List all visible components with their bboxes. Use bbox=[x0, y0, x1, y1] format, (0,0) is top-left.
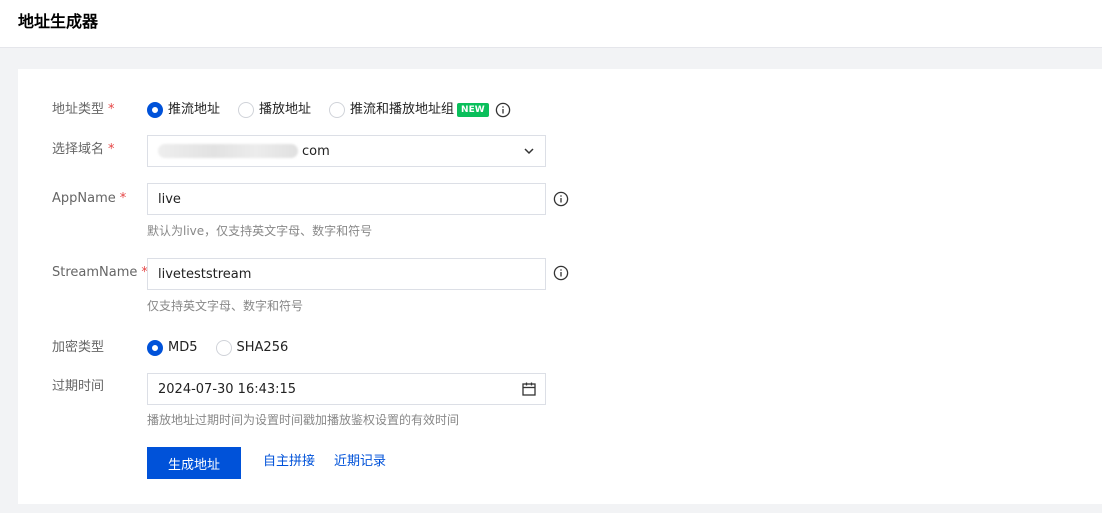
required-mark: * bbox=[108, 142, 115, 157]
expire-time-picker[interactable] bbox=[147, 373, 546, 405]
radio-unchecked-icon bbox=[238, 102, 255, 118]
generate-address-button[interactable]: 生成地址 bbox=[147, 447, 241, 479]
radio-checked-icon bbox=[147, 102, 163, 118]
radio-play-address[interactable]: 播放地址 bbox=[238, 101, 311, 119]
stream-name-label: StreamName * bbox=[52, 264, 148, 282]
radio-label: SHA256 bbox=[236, 340, 289, 355]
stream-name-help: 仅支持英文字母、数字和符号 bbox=[147, 299, 304, 313]
chevron-down-icon bbox=[524, 148, 534, 155]
radio-label: 推流地址 bbox=[168, 102, 221, 117]
expire-time-input[interactable] bbox=[158, 374, 535, 404]
app-name-label-text: AppName bbox=[52, 191, 116, 206]
radio-push-play-group[interactable]: 推流和播放地址组 NEW bbox=[329, 101, 489, 119]
required-mark: * bbox=[119, 191, 127, 206]
radio-label: 播放地址 bbox=[259, 102, 312, 117]
expire-time-help: 播放地址过期时间为设置时间戳加播放鉴权设置的有效时间 bbox=[147, 413, 460, 427]
radio-sha256[interactable]: SHA256 bbox=[215, 339, 289, 357]
address-generator-form: 地址类型* 推流地址 播放地址 推流和播放地址组 NEW 选择域名* com bbox=[18, 69, 1102, 504]
new-badge: NEW bbox=[457, 103, 489, 117]
radio-unchecked-icon bbox=[215, 340, 232, 356]
expire-time-label: 过期时间 bbox=[52, 379, 105, 394]
address-type-radio-group: 推流地址 播放地址 推流和播放地址组 NEW bbox=[147, 100, 511, 120]
page-title: 地址生成器 bbox=[18, 12, 99, 31]
app-name-label: AppName * bbox=[52, 190, 126, 208]
radio-label: MD5 bbox=[168, 340, 198, 355]
address-type-label: 地址类型 * bbox=[52, 101, 115, 119]
stream-name-label-text: StreamName bbox=[52, 265, 138, 280]
info-icon[interactable] bbox=[495, 102, 511, 118]
domain-select[interactable]: com bbox=[147, 135, 546, 167]
address-type-label-text: 地址类型 bbox=[52, 102, 105, 117]
blurred-domain-value bbox=[158, 144, 298, 158]
info-icon[interactable] bbox=[553, 265, 569, 281]
top-bar: 地址生成器 bbox=[0, 0, 1102, 48]
encryption-type-label: 加密类型 bbox=[52, 340, 105, 355]
app-name-help: 默认为live，仅支持英文字母、数字和符号 bbox=[147, 224, 373, 238]
domain-label: 选择域名 * bbox=[52, 141, 115, 159]
custom-join-link[interactable]: 自主拼接 bbox=[263, 453, 315, 471]
app-name-field[interactable] bbox=[147, 183, 546, 215]
info-icon[interactable] bbox=[553, 191, 569, 207]
radio-push-address[interactable]: 推流地址 bbox=[147, 101, 220, 119]
radio-unchecked-icon bbox=[329, 102, 346, 118]
calendar-icon[interactable] bbox=[521, 381, 537, 397]
stream-name-field[interactable] bbox=[147, 258, 546, 290]
radio-md5[interactable]: MD5 bbox=[147, 339, 198, 357]
radio-label: 推流和播放地址组 bbox=[350, 102, 455, 117]
required-mark: * bbox=[108, 102, 115, 117]
domain-label-text: 选择域名 bbox=[52, 142, 105, 157]
app-name-input[interactable] bbox=[158, 184, 535, 214]
recent-records-link[interactable]: 近期记录 bbox=[334, 453, 386, 471]
radio-checked-icon bbox=[147, 340, 163, 356]
stream-name-input[interactable] bbox=[158, 259, 535, 289]
encryption-type-radio-group: MD5 SHA256 bbox=[147, 338, 306, 358]
domain-value-suffix: com bbox=[302, 143, 330, 159]
